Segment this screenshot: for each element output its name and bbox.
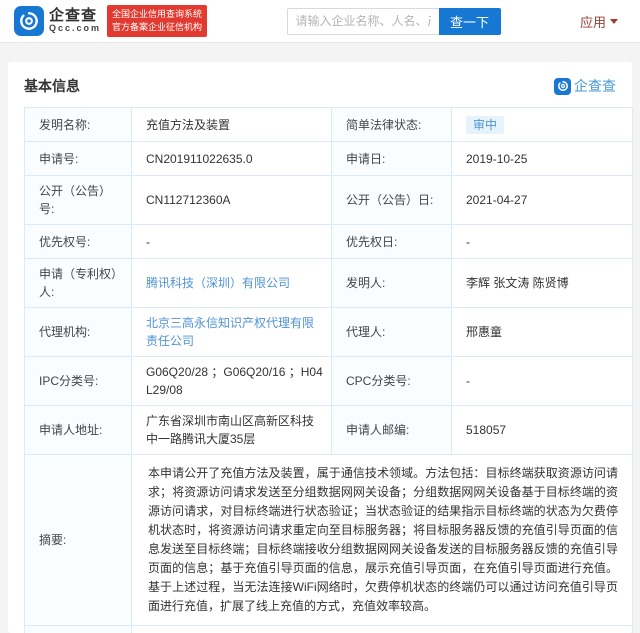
field-label: 发明名称: xyxy=(25,108,132,142)
field-label: 公开（公告）日: xyxy=(332,176,452,225)
field-value: CN201911022635.0 xyxy=(132,142,332,176)
field-value: 北京三高永信知识产权代理有限责任公司 xyxy=(132,308,332,357)
field-value: 2021-04-27 xyxy=(452,176,633,225)
field-value: 腾讯科技（深圳）有限公司 xyxy=(132,259,332,308)
field-value: 李辉 张文涛 陈贤博 xyxy=(452,259,633,308)
table-row-classification: IPC分类号: G06Q20/28 ；G06Q20/16 ；H04L29/08 … xyxy=(25,357,633,406)
field-label: 代理人: xyxy=(332,308,452,357)
table-row-abstract: 摘要: 本申请公开了充值方法及装置，属于通信技术领域。方法包括：目标终端获取资源… xyxy=(25,455,633,626)
watermark-text: 企查查 xyxy=(574,76,616,96)
table-row-agency: 代理机构: 北京三高永信知识产权代理有限责任公司 代理人: 邢惠童 xyxy=(25,308,633,357)
top-header: 企查查 Qcc.com 全国企业信用查询系统 官方备案企业征信机构 查一下 应用 xyxy=(0,0,640,43)
abstract-text: 本申请公开了充值方法及装置，属于通信技术领域。方法包括：目标终端获取资源访问请求… xyxy=(132,455,633,626)
qcc-watermark: 企查查 xyxy=(554,76,616,96)
field-label: 摘要: xyxy=(25,455,132,626)
basic-info-card: 基本信息 企查查 发明名称: 充值方法及装置 简单法律状态: 审中 xyxy=(8,62,632,633)
table-row-priority: 优先权号: - 优先权日: - xyxy=(25,225,633,259)
status-badge: 审中 xyxy=(466,116,504,134)
field-value: G06Q20/28 ；G06Q20/16 ；H04L29/08 xyxy=(132,357,332,406)
logo-text: 企查查 Qcc.com xyxy=(49,8,101,33)
field-label: 申请人邮编: xyxy=(332,406,452,455)
qcc-logo[interactable]: 企查查 Qcc.com xyxy=(14,6,101,36)
field-value: - xyxy=(132,225,332,259)
field-value: 审中 xyxy=(452,108,633,142)
field-value: 2019-10-25 xyxy=(452,142,633,176)
field-value: - xyxy=(452,357,633,406)
logo-domain: Qcc.com xyxy=(49,24,101,33)
certification-badge: 全国企业信用查询系统 官方备案企业征信机构 xyxy=(107,5,207,37)
table-row-application: 申请号: CN201911022635.0 申请日: 2019-10-25 xyxy=(25,142,633,176)
search-bar: 查一下 xyxy=(287,8,501,35)
field-label: 申请日: xyxy=(332,142,452,176)
apps-menu-label: 应用 xyxy=(580,12,606,31)
apps-menu[interactable]: 应用 xyxy=(580,12,618,31)
field-label: 发明人: xyxy=(332,259,452,308)
field-label: 公开（公告）号: xyxy=(25,176,132,225)
qcc-swirl-icon xyxy=(14,6,44,36)
field-label: IPC分类号: xyxy=(25,357,132,406)
search-input[interactable] xyxy=(287,8,439,35)
field-label: 法律状态: xyxy=(25,626,132,633)
qcc-swirl-icon xyxy=(554,78,571,95)
field-label: 代理机构: xyxy=(25,308,132,357)
certification-badge-line1: 全国企业信用查询系统 xyxy=(112,8,202,21)
logo-name: 企查查 xyxy=(49,8,101,24)
field-label: CPC分类号: xyxy=(332,357,452,406)
card-header: 基本信息 企查查 xyxy=(24,76,616,96)
certification-badge-line2: 官方备案企业征信机构 xyxy=(112,21,202,34)
field-value: 邢惠童 xyxy=(452,308,633,357)
field-value: - xyxy=(452,225,633,259)
applicant-link[interactable]: 腾讯科技（深圳）有限公司 xyxy=(146,276,290,290)
field-value: CN112712360A xyxy=(132,176,332,225)
table-row-invention-name: 发明名称: 充值方法及装置 简单法律状态: 审中 xyxy=(25,108,633,142)
caret-down-icon xyxy=(610,19,618,24)
search-button[interactable]: 查一下 xyxy=(439,8,501,35)
field-label: 申请人地址: xyxy=(25,406,132,455)
field-label: 申请号: xyxy=(25,142,132,176)
field-value: 充值方法及装置 xyxy=(132,108,332,142)
field-label: 申请（专利权）人: xyxy=(25,259,132,308)
table-row-address: 申请人地址: 广东省深圳市南山区高新区科技中一路腾讯大厦35层 申请人邮编: 5… xyxy=(25,406,633,455)
section-title: 基本信息 xyxy=(24,76,80,96)
patent-info-table: 发明名称: 充值方法及装置 简单法律状态: 审中 申请号: CN20191102… xyxy=(24,107,633,633)
table-row-publication: 公开（公告）号: CN112712360A 公开（公告）日: 2021-04-2… xyxy=(25,176,633,225)
field-value: 广东省深圳市南山区高新区科技中一路腾讯大厦35层 xyxy=(132,406,332,455)
field-label: 优先权日: xyxy=(332,225,452,259)
legal-status-cell: 1 2021-04-27 公开 xyxy=(132,626,633,633)
table-row-applicant: 申请（专利权）人: 腾讯科技（深圳）有限公司 发明人: 李辉 张文涛 陈贤博 xyxy=(25,259,633,308)
table-row-legal-status: 法律状态: 1 2021-04-27 公开 xyxy=(25,626,633,633)
field-label: 优先权号: xyxy=(25,225,132,259)
field-label: 简单法律状态: xyxy=(332,108,452,142)
agency-link[interactable]: 北京三高永信知识产权代理有限责任公司 xyxy=(146,316,314,348)
field-value: 518057 xyxy=(452,406,633,455)
